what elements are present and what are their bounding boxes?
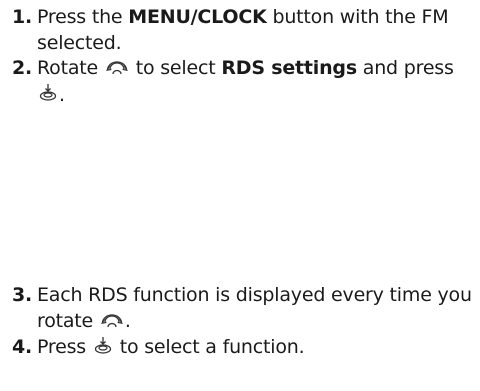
step-3: 3. Each RDS function is displayed every … [12,282,474,335]
rotate-knob-icon [100,309,123,335]
rotate-knob-icon [105,56,128,82]
step-text: Each RDS function is displayed every tim… [12,282,474,335]
step-number: 1. [12,6,33,28]
rds-settings-label: RDS settings [221,57,357,79]
step-number: 4. [12,336,33,358]
menu-clock-button-label: MENU/CLOCK [128,6,267,28]
step-2: 2. Rotate to select RDS settings and pre… [12,55,474,108]
step-text: Rotate to select RDS settings and press. [12,55,474,108]
step-text: Press to select a function. [12,334,474,361]
step-4: 4. Press to select a function. [12,334,474,361]
step-text: Press the MENU/CLOCK button with the FM … [37,6,449,54]
push-knob-icon [94,335,112,361]
step-1: 1. Press the MENU/CLOCK button with the … [12,4,474,56]
step-number: 3. [12,284,33,306]
step-number: 2. [12,57,33,79]
push-knob-icon [39,82,57,108]
